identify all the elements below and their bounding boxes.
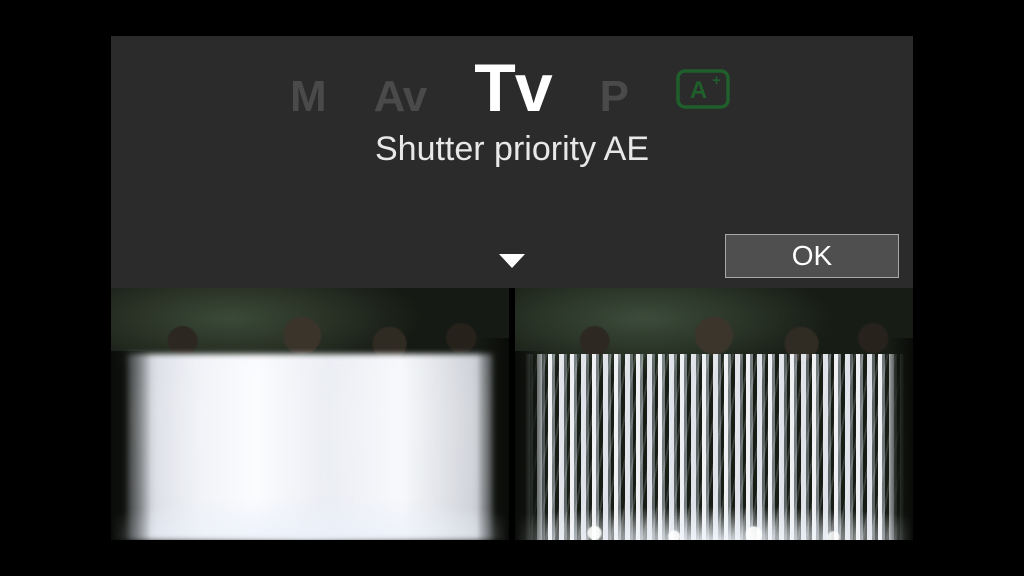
mode-aperture-priority[interactable]: Av xyxy=(374,72,427,122)
auto-icon: A + xyxy=(676,67,734,111)
preview-slow-shutter xyxy=(111,288,509,540)
mode-panel: M Av Tv P A + Shutter priority AE OK xyxy=(111,36,913,288)
svg-text:A: A xyxy=(690,77,707,104)
preview-fast-shutter xyxy=(515,288,913,540)
mode-shutter-priority[interactable]: Tv xyxy=(474,54,551,122)
mode-list: M Av Tv P A + xyxy=(290,54,734,122)
sample-previews xyxy=(111,288,913,540)
mode-program[interactable]: P xyxy=(600,72,628,122)
camera-mode-screen: M Av Tv P A + Shutter priority AE OK xyxy=(111,36,913,540)
mode-description: Shutter priority AE xyxy=(375,130,649,169)
ok-button[interactable]: OK xyxy=(725,234,899,278)
mode-auto[interactable]: A + xyxy=(676,67,734,111)
svg-text:+: + xyxy=(712,72,721,89)
mode-manual[interactable]: M xyxy=(290,72,326,122)
expand-down-icon[interactable] xyxy=(497,252,527,270)
